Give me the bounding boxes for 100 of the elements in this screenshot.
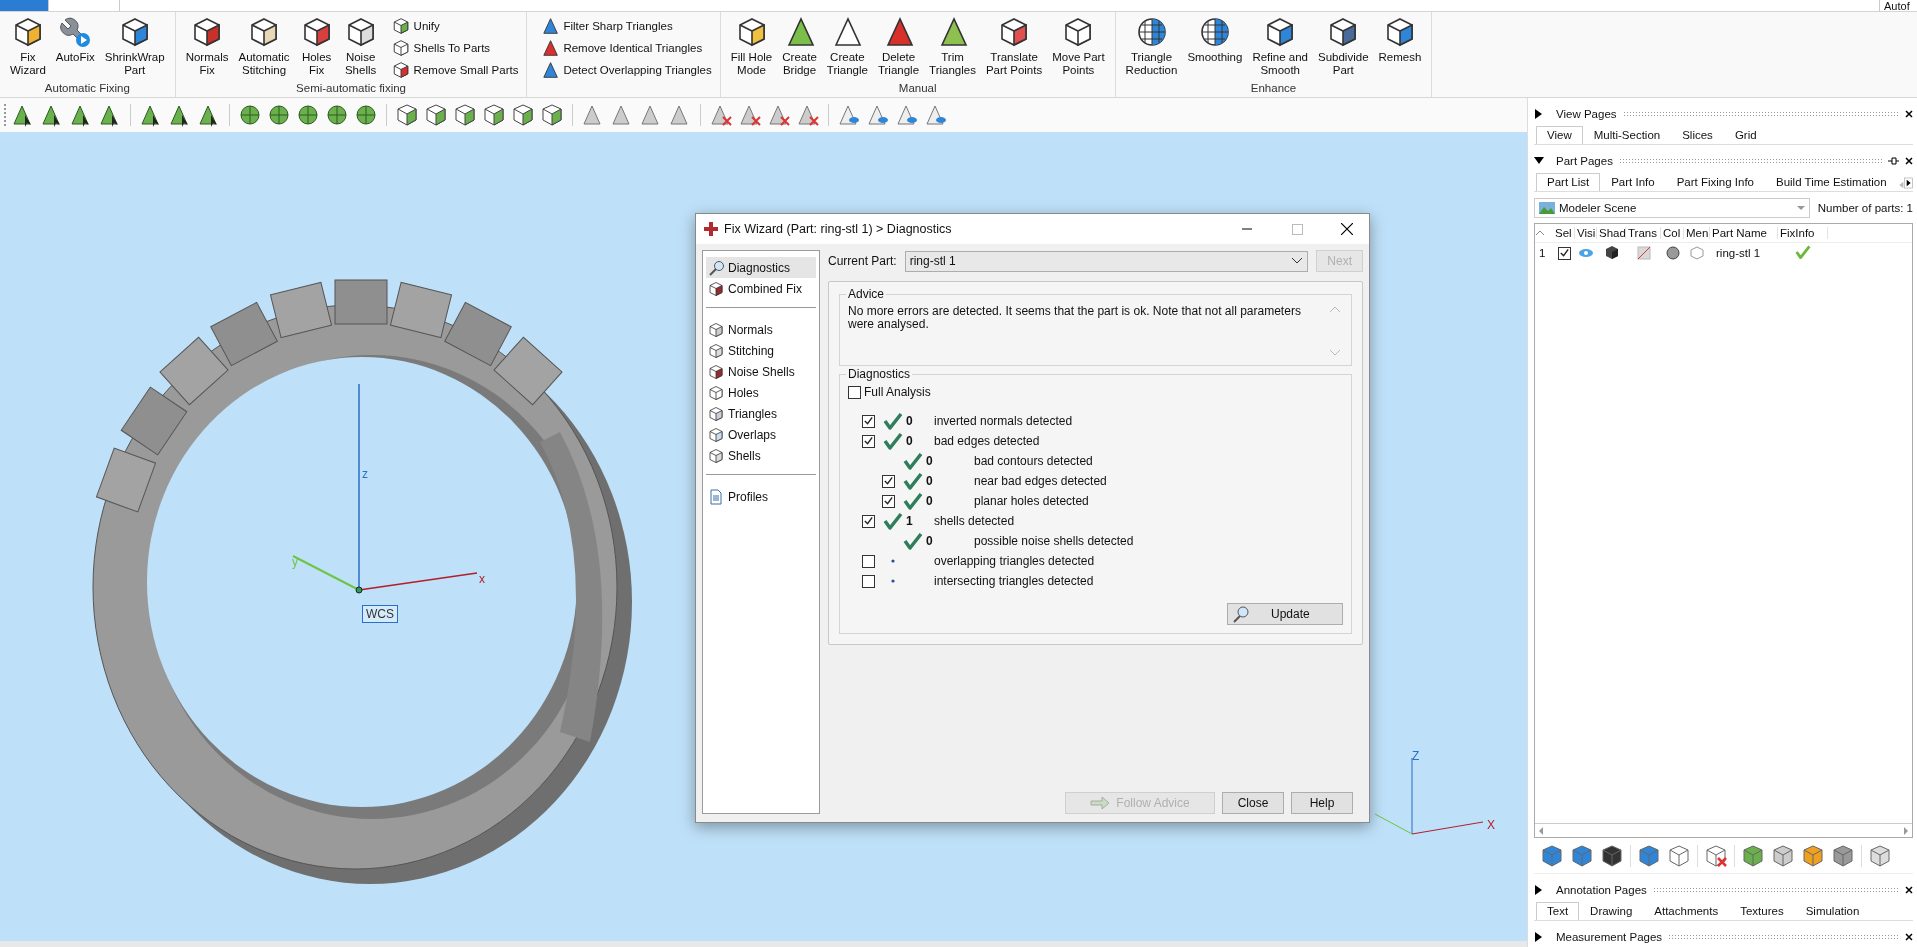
checkbox[interactable] <box>882 474 895 488</box>
ribbon-button[interactable]: Normals Fix <box>181 16 233 81</box>
checkbox[interactable] <box>882 494 895 508</box>
ribbon-button[interactable]: Delete Triangle <box>873 16 924 81</box>
checkbox[interactable] <box>862 574 875 588</box>
dialog-button[interactable]: Close <box>1222 792 1284 814</box>
chevron-down-icon[interactable] <box>1291 257 1304 265</box>
ribbon-button[interactable]: Trim Triangles <box>925 16 980 81</box>
tab[interactable]: Drawing <box>1579 902 1644 920</box>
column-header[interactable]: Col <box>1661 227 1684 239</box>
ribbon-button[interactable]: Remove Small Parts <box>389 60 521 80</box>
ribbon-button[interactable]: ShrinkWrap Part <box>100 16 169 81</box>
close-icon[interactable] <box>1905 886 1913 894</box>
tab[interactable]: Part Info <box>1600 173 1666 191</box>
close-icon[interactable] <box>1905 157 1913 165</box>
cube-icon[interactable] <box>482 103 506 127</box>
nav-item[interactable]: Holes <box>706 382 816 403</box>
circle-icon[interactable] <box>325 103 349 127</box>
ribbon-button[interactable]: Translate Part Points <box>981 16 1047 81</box>
ribbon-button[interactable]: Create Triangle <box>822 16 872 81</box>
tab[interactable]: Slices <box>1671 126 1724 144</box>
scroll-right-icon[interactable] <box>1904 175 1913 191</box>
ribbon-button[interactable]: Triangle Reduction <box>1121 16 1182 81</box>
tab[interactable]: Grid <box>1723 126 1768 144</box>
nav-item[interactable]: Triangles <box>706 403 816 424</box>
close-icon[interactable] <box>1905 110 1913 118</box>
checkbox[interactable] <box>1557 246 1571 260</box>
tab[interactable]: Part List <box>1536 173 1601 191</box>
ribbon-button[interactable]: Holes Fix <box>295 16 338 81</box>
circle-icon[interactable] <box>354 103 378 127</box>
ribbon-button[interactable]: Subdivide Part <box>1314 16 1373 81</box>
nav-item[interactable]: Shells <box>706 445 816 466</box>
column-header[interactable]: FixInfo <box>1778 227 1828 239</box>
column-header[interactable]: Shad <box>1597 227 1626 239</box>
tab[interactable]: Text <box>1536 902 1580 920</box>
pin-icon[interactable] <box>1888 157 1899 165</box>
ribbon-button[interactable]: Fix Wizard <box>6 16 50 81</box>
nav-item[interactable]: Noise Shells <box>706 361 816 382</box>
ribbon-button[interactable]: Move Part Points <box>1048 16 1109 81</box>
scene-dropdown[interactable]: Modeler Scene <box>1534 198 1810 218</box>
ribbon-button[interactable]: Fill Hole Mode <box>726 16 777 81</box>
ribbon-button[interactable]: Shells To Parts <box>389 38 521 58</box>
ribbon-button[interactable]: Create Bridge <box>778 16 821 81</box>
circle-icon[interactable] <box>267 103 291 127</box>
circle-icon[interactable] <box>238 103 262 127</box>
close-icon[interactable] <box>1905 933 1913 941</box>
expander-icon[interactable] <box>1534 885 1544 895</box>
column-header[interactable]: Part Name <box>1710 227 1778 239</box>
checkbox[interactable] <box>862 434 875 448</box>
cube-icon[interactable] <box>1600 843 1624 868</box>
cube-icon[interactable] <box>395 103 419 127</box>
ribbon-button[interactable]: Noise Shells <box>339 16 382 81</box>
dialog-button[interactable]: Help <box>1291 792 1353 814</box>
expander-icon[interactable] <box>1534 932 1544 942</box>
nav-item[interactable]: Combined Fix <box>706 278 816 299</box>
checkbox[interactable] <box>848 385 861 399</box>
column-header[interactable]: Visi <box>1575 227 1597 239</box>
scroll-left-icon[interactable] <box>1537 825 1545 836</box>
cube-icon[interactable] <box>540 103 564 127</box>
nav-item[interactable]: Stitching <box>706 340 816 361</box>
ribbon-button[interactable]: Remesh <box>1374 16 1426 81</box>
checkbox[interactable] <box>862 414 875 428</box>
update-button[interactable]: Update <box>1227 603 1343 625</box>
ribbon-button[interactable]: Automatic Stitching <box>234 16 294 81</box>
circle-icon[interactable] <box>1665 246 1680 260</box>
ribbon-button[interactable]: Filter Sharp Triangles <box>539 16 714 36</box>
column-header[interactable]: Men <box>1684 227 1710 239</box>
close-icon[interactable] <box>1341 223 1353 235</box>
ribbon-button[interactable]: AutoFix <box>51 16 99 81</box>
tab[interactable]: Simulation <box>1794 902 1871 920</box>
ribbon-button[interactable]: Unify <box>389 16 521 36</box>
sort-icon[interactable] <box>1535 229 1545 237</box>
dropdown-arrow-icon[interactable] <box>1796 206 1805 210</box>
column-header[interactable]: Trans <box>1626 227 1661 239</box>
checkbox[interactable] <box>862 514 875 528</box>
eye-icon[interactable] <box>1578 248 1594 258</box>
expander-icon[interactable] <box>1534 109 1544 119</box>
cube-icon[interactable] <box>1604 246 1619 260</box>
column-header[interactable]: Sel <box>1553 227 1575 239</box>
ribbon-button[interactable]: Refine and Smooth <box>1248 16 1312 81</box>
circle-icon[interactable] <box>296 103 320 127</box>
tab[interactable]: Build Time Estimation <box>1765 173 1898 191</box>
checkbox[interactable] <box>862 554 875 568</box>
nav-item[interactable]: Overlaps <box>706 424 816 445</box>
ribbon-button[interactable]: Smoothing <box>1183 16 1247 81</box>
tab[interactable]: Part Fixing Info <box>1665 173 1765 191</box>
tab[interactable]: View <box>1536 126 1583 144</box>
nav-item[interactable]: Normals <box>706 319 816 340</box>
ribbon-button[interactable]: Detect Overlapping Triangles <box>539 60 714 80</box>
part-dropdown[interactable]: ring-stl 1 <box>904 250 1309 272</box>
tab[interactable]: Multi-Section <box>1582 126 1672 144</box>
cube-icon[interactable] <box>511 103 535 127</box>
expander-icon[interactable] <box>1534 156 1544 166</box>
cube-icon[interactable] <box>453 103 477 127</box>
ribbon-button[interactable]: Remove Identical Triangles <box>539 38 714 58</box>
tab[interactable]: Textures <box>1729 902 1795 920</box>
nav-item[interactable]: Diagnostics <box>706 257 816 278</box>
nav-item[interactable]: Profiles <box>706 486 816 507</box>
tab[interactable]: Attachments <box>1643 902 1730 920</box>
cube-icon[interactable] <box>424 103 448 127</box>
